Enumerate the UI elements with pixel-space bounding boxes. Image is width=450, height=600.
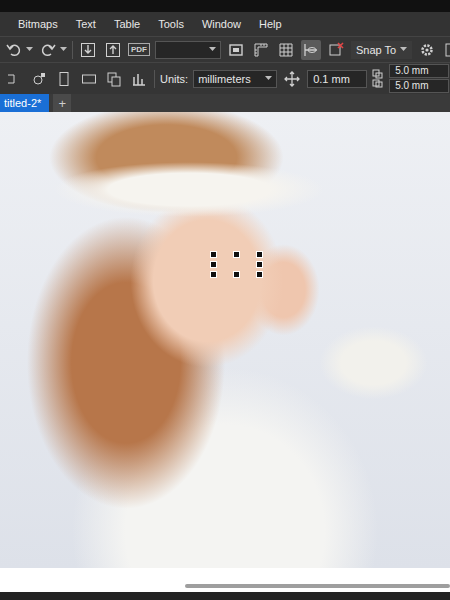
duplicate-distance-icon — [372, 69, 384, 89]
selection-handle[interactable] — [210, 261, 217, 268]
duplicate-distance-fields: 5.0 mm5.0 mm — [389, 64, 449, 93]
undo-list-icon[interactable] — [26, 47, 33, 52]
photo — [0, 112, 450, 568]
nudge-icon — [282, 69, 302, 89]
selection-handle[interactable] — [256, 261, 263, 268]
guidelines-toggle-icon[interactable] — [301, 40, 321, 60]
units-dropdown[interactable]: millimeters — [193, 70, 277, 88]
redo-icon[interactable] — [38, 40, 58, 60]
redo-list-icon[interactable] — [60, 47, 67, 52]
selection-handle[interactable] — [233, 251, 240, 258]
corel-window: Bitmaps Text Table Tools Window Help PDF Snap T… — [0, 0, 450, 600]
launch-icon[interactable] — [442, 40, 450, 60]
dropdown-arrow-icon — [400, 47, 407, 52]
menu-item[interactable]: Help — [259, 18, 282, 30]
snap-off-icon[interactable] — [326, 40, 346, 60]
page-size-icon[interactable] — [4, 69, 24, 89]
menu-bar: Bitmaps Text Table Tools Window Help — [0, 12, 450, 36]
standard-toolbar: PDF Snap To — [0, 36, 450, 62]
selection-handle[interactable] — [210, 271, 217, 278]
export-icon[interactable] — [103, 40, 123, 60]
rulers-icon[interactable] — [251, 40, 271, 60]
selection-handle[interactable] — [256, 271, 263, 278]
gear-icon[interactable] — [417, 40, 437, 60]
menu-item[interactable]: Table — [114, 18, 140, 30]
nudge-field[interactable]: 0.1 mm — [307, 70, 367, 88]
selection-box[interactable] — [214, 255, 260, 275]
scrollbar-thumb[interactable] — [185, 584, 450, 588]
grid-icon[interactable] — [276, 40, 296, 60]
current-page-icon[interactable] — [129, 69, 149, 89]
document-tab-bar: titled-2*+ — [0, 94, 450, 112]
duplicate-y-field[interactable]: 5.0 mm — [389, 79, 449, 93]
separator — [154, 70, 155, 88]
drawing-canvas[interactable] — [0, 112, 450, 568]
publish-pdf-button[interactable]: PDF — [128, 43, 150, 56]
selection-handle[interactable] — [210, 251, 217, 258]
all-pages-icon[interactable] — [104, 69, 124, 89]
menu-item[interactable]: Bitmaps — [18, 18, 58, 30]
title-strip — [0, 0, 450, 12]
dropdown-arrow-icon — [265, 76, 272, 81]
horizontal-scrollbar — [0, 568, 450, 592]
import-icon[interactable] — [78, 40, 98, 60]
units-label: Units: — [160, 73, 188, 85]
menu-item[interactable]: Text — [76, 18, 96, 30]
document-tab[interactable]: titled-2* — [0, 94, 49, 112]
full-screen-icon[interactable] — [226, 40, 246, 60]
portrait-icon[interactable] — [54, 69, 74, 89]
node-icon[interactable] — [29, 69, 49, 89]
landscape-icon[interactable] — [79, 69, 99, 89]
zoom-dropdown[interactable] — [155, 41, 221, 59]
status-strip — [0, 592, 450, 600]
menu-item[interactable]: Tools — [158, 18, 184, 30]
selection-handle[interactable] — [233, 271, 240, 278]
menu-item[interactable]: Window — [202, 18, 241, 30]
new-tab-button[interactable]: + — [53, 94, 71, 112]
property-bar: Units: millimeters 0.1 mm 5.0 mm5.0 mm — [0, 62, 450, 94]
selection-handle[interactable] — [256, 251, 263, 258]
snap-to-dropdown[interactable]: Snap To — [351, 41, 412, 59]
dropdown-arrow-icon — [209, 47, 216, 52]
undo-icon[interactable] — [4, 40, 24, 60]
separator — [72, 41, 73, 59]
duplicate-x-field[interactable]: 5.0 mm — [389, 64, 449, 78]
